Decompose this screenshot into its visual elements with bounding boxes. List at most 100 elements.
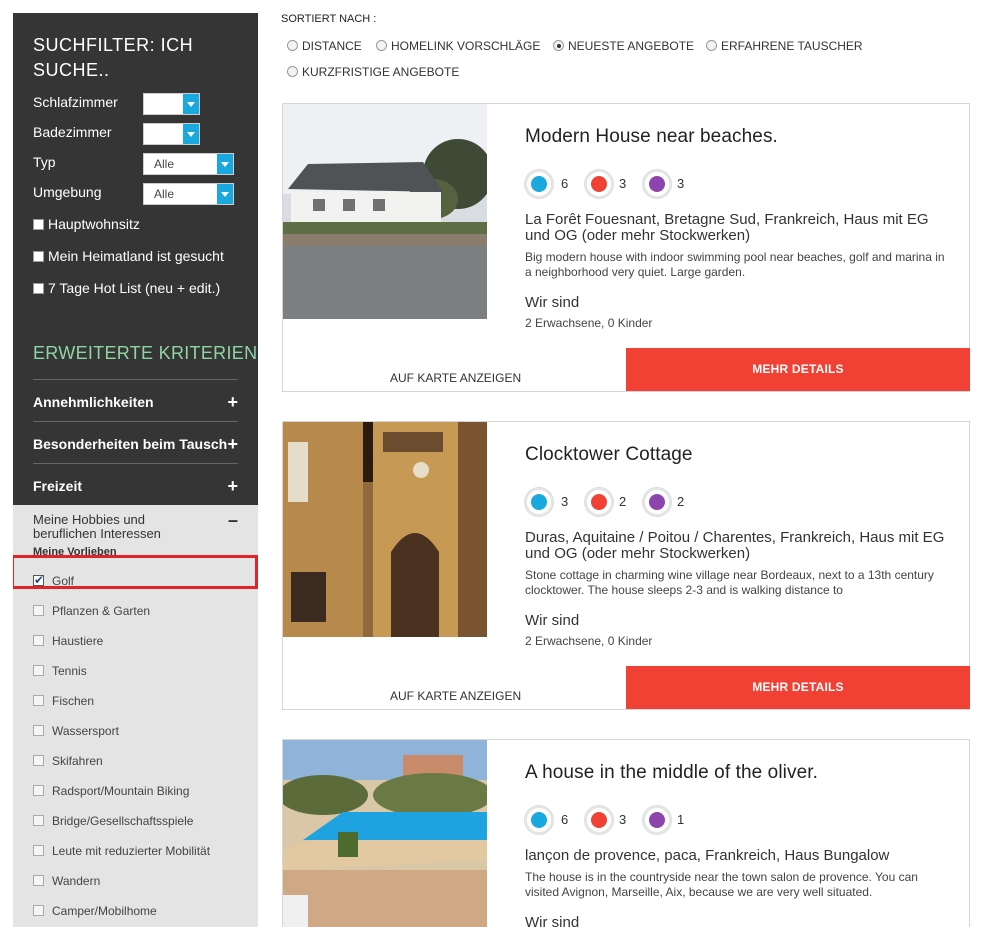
divider [33,379,238,380]
listing-title[interactable]: Modern House near beaches. [525,126,778,148]
listing-location: Duras, Aquitaine / Poitou / Charentes, F… [525,529,945,562]
listing-card: Modern House near beaches. 6 3 3 La Forê… [282,103,970,392]
search-filter-sidebar: SUCHFILTER: ICH SUCHE.. Schlafzimmer Bad… [13,13,258,927]
checkbox-box[interactable] [33,755,44,766]
radio-button[interactable] [706,40,717,51]
checkbox-box[interactable] [33,905,44,916]
checkbox-box[interactable] [33,605,44,616]
radio-button[interactable] [376,40,387,51]
checkbox-main-residence[interactable]: Hauptwohnsitz [33,216,248,234]
section-amenities[interactable]: Annehmlichkeiten + [33,393,238,413]
radio-button[interactable] [287,66,298,77]
radio-button[interactable] [287,40,298,51]
listing-photo[interactable] [283,422,487,637]
sort-option-experienced[interactable]: ERFAHRENE TAUSCHER [706,39,863,55]
hobby-board-games[interactable]: Bridge/Gesellschaftsspiele [33,813,238,829]
checkbox-box[interactable] [33,283,44,294]
checkbox-home-country[interactable]: Mein Heimatland ist gesucht [33,248,248,266]
sort-option-last-minute[interactable]: KURZFRISTIGE ANGEBOTE [287,65,459,81]
shower-icon [643,488,671,516]
bed-icon [585,170,613,198]
checkbox-box[interactable] [33,815,44,826]
filter-type-label: Typ [33,154,56,170]
listing-capacity: 6 3 3 [525,170,765,200]
type-select[interactable]: Alle [143,153,234,175]
more-details-button[interactable]: MEHR DETAILS [626,666,970,709]
listing-card: Clocktower Cottage 3 2 2 Duras, Aquitain… [282,421,970,710]
checkbox-box[interactable] [33,875,44,886]
hobby-reduced-mobility[interactable]: Leute mit reduzierter Mobilität [33,843,238,859]
listing-description: Big modern house with indoor swimming po… [525,250,945,279]
section-exchange-specifics[interactable]: Besonderheiten beim Tausch + [33,435,238,455]
checkbox-box[interactable] [33,665,44,676]
checkbox-box[interactable] [33,785,44,796]
bath-count: 2 [677,494,685,509]
listing-guests: 2 Erwachsene, 0 Kinder [525,634,653,648]
bedrooms-select[interactable] [143,93,200,115]
checkbox-box[interactable] [33,251,44,262]
bath-count: 1 [677,812,685,827]
listing-guests: 2 Erwachsene, 0 Kinder [525,316,653,330]
sort-option-distance[interactable]: DISTANCE [287,39,362,55]
filter-bedrooms: Schlafzimmer [33,93,238,115]
listing-title[interactable]: A house in the middle of the oliver. [525,762,818,784]
sidebar-title: SUCHFILTER: ICH SUCHE.. [33,35,194,80]
listing-photo[interactable] [283,740,487,927]
surroundings-select[interactable]: Alle [143,183,234,205]
listing-we-are-label: Wir sind [525,612,580,629]
people-icon [525,170,553,198]
listing-capacity: 3 2 2 [525,488,765,518]
chevron-down-icon [217,154,233,174]
sort-option-homelink[interactable]: HOMELINK VORSCHLÄGE [376,39,540,55]
more-details-button[interactable]: MEHR DETAILS [626,348,970,391]
hobby-pets[interactable]: Haustiere [33,633,238,649]
minus-icon[interactable]: – [228,511,238,529]
checkbox-checked[interactable] [33,572,44,588]
hobby-fishing[interactable]: Fischen [33,693,238,709]
sort-option-newest[interactable]: NEUESTE ANGEBOTE [553,39,694,55]
divider [33,421,238,422]
hobby-garden[interactable]: Pflanzen & Garten [33,603,238,619]
listing-photo[interactable] [283,104,487,319]
checkbox-box[interactable] [33,635,44,646]
checkbox-box[interactable] [33,845,44,856]
chevron-down-icon [183,124,199,144]
hobby-watersport[interactable]: Wassersport [33,723,238,739]
checkbox-box[interactable] [33,725,44,736]
listing-card: A house in the middle of the oliver. 6 3… [282,739,970,927]
bathrooms-select[interactable] [143,123,200,145]
listing-location: lançon de provence, paca, Frankreich, Ha… [525,847,890,864]
listing-we-are-label: Wir sind [525,914,580,927]
checkbox-box[interactable] [33,219,44,230]
radio-button-selected[interactable] [553,40,564,51]
show-on-map-link[interactable]: AUF KARTE ANZEIGEN [390,371,521,385]
listing-title[interactable]: Clocktower Cottage [525,444,693,466]
hobby-camper[interactable]: Camper/Mobilhome [33,903,238,919]
filter-bathrooms-label: Badezimmer [33,124,112,140]
hobby-skiing[interactable]: Skifahren [33,753,238,769]
filter-bathrooms: Badezimmer [33,123,238,145]
bed-count: 3 [619,176,627,191]
hobby-cycling[interactable]: Radsport/Mountain Biking [33,783,238,799]
checkbox-box[interactable] [33,695,44,706]
chevron-down-icon [183,94,199,114]
bed-count: 3 [619,812,627,827]
hobbies-title[interactable]: Meine Hobbies und beruflichen Interessen [33,513,203,541]
bath-count: 3 [677,176,685,191]
plus-icon[interactable]: + [227,393,238,411]
bed-icon [585,806,613,834]
sort-label: SORTIERT NACH : [281,13,377,25]
advanced-criteria-heading: ERWEITERTE KRITERIEN [33,343,258,363]
hobby-golf[interactable]: Golf [33,572,238,589]
plus-icon[interactable]: + [227,477,238,495]
hobby-tennis[interactable]: Tennis [33,663,238,679]
people-count: 6 [561,812,569,827]
checkbox-hot-list[interactable]: 7 Tage Hot List (neu + edit.) [33,280,248,298]
section-leisure[interactable]: Freizeit + [33,477,238,497]
plus-icon[interactable]: + [227,435,238,453]
chevron-down-icon [217,184,233,204]
filter-type: Typ Alle [33,153,238,175]
hobby-hiking[interactable]: Wandern [33,873,238,889]
listing-we-are-label: Wir sind [525,294,580,311]
show-on-map-link[interactable]: AUF KARTE ANZEIGEN [390,689,521,703]
